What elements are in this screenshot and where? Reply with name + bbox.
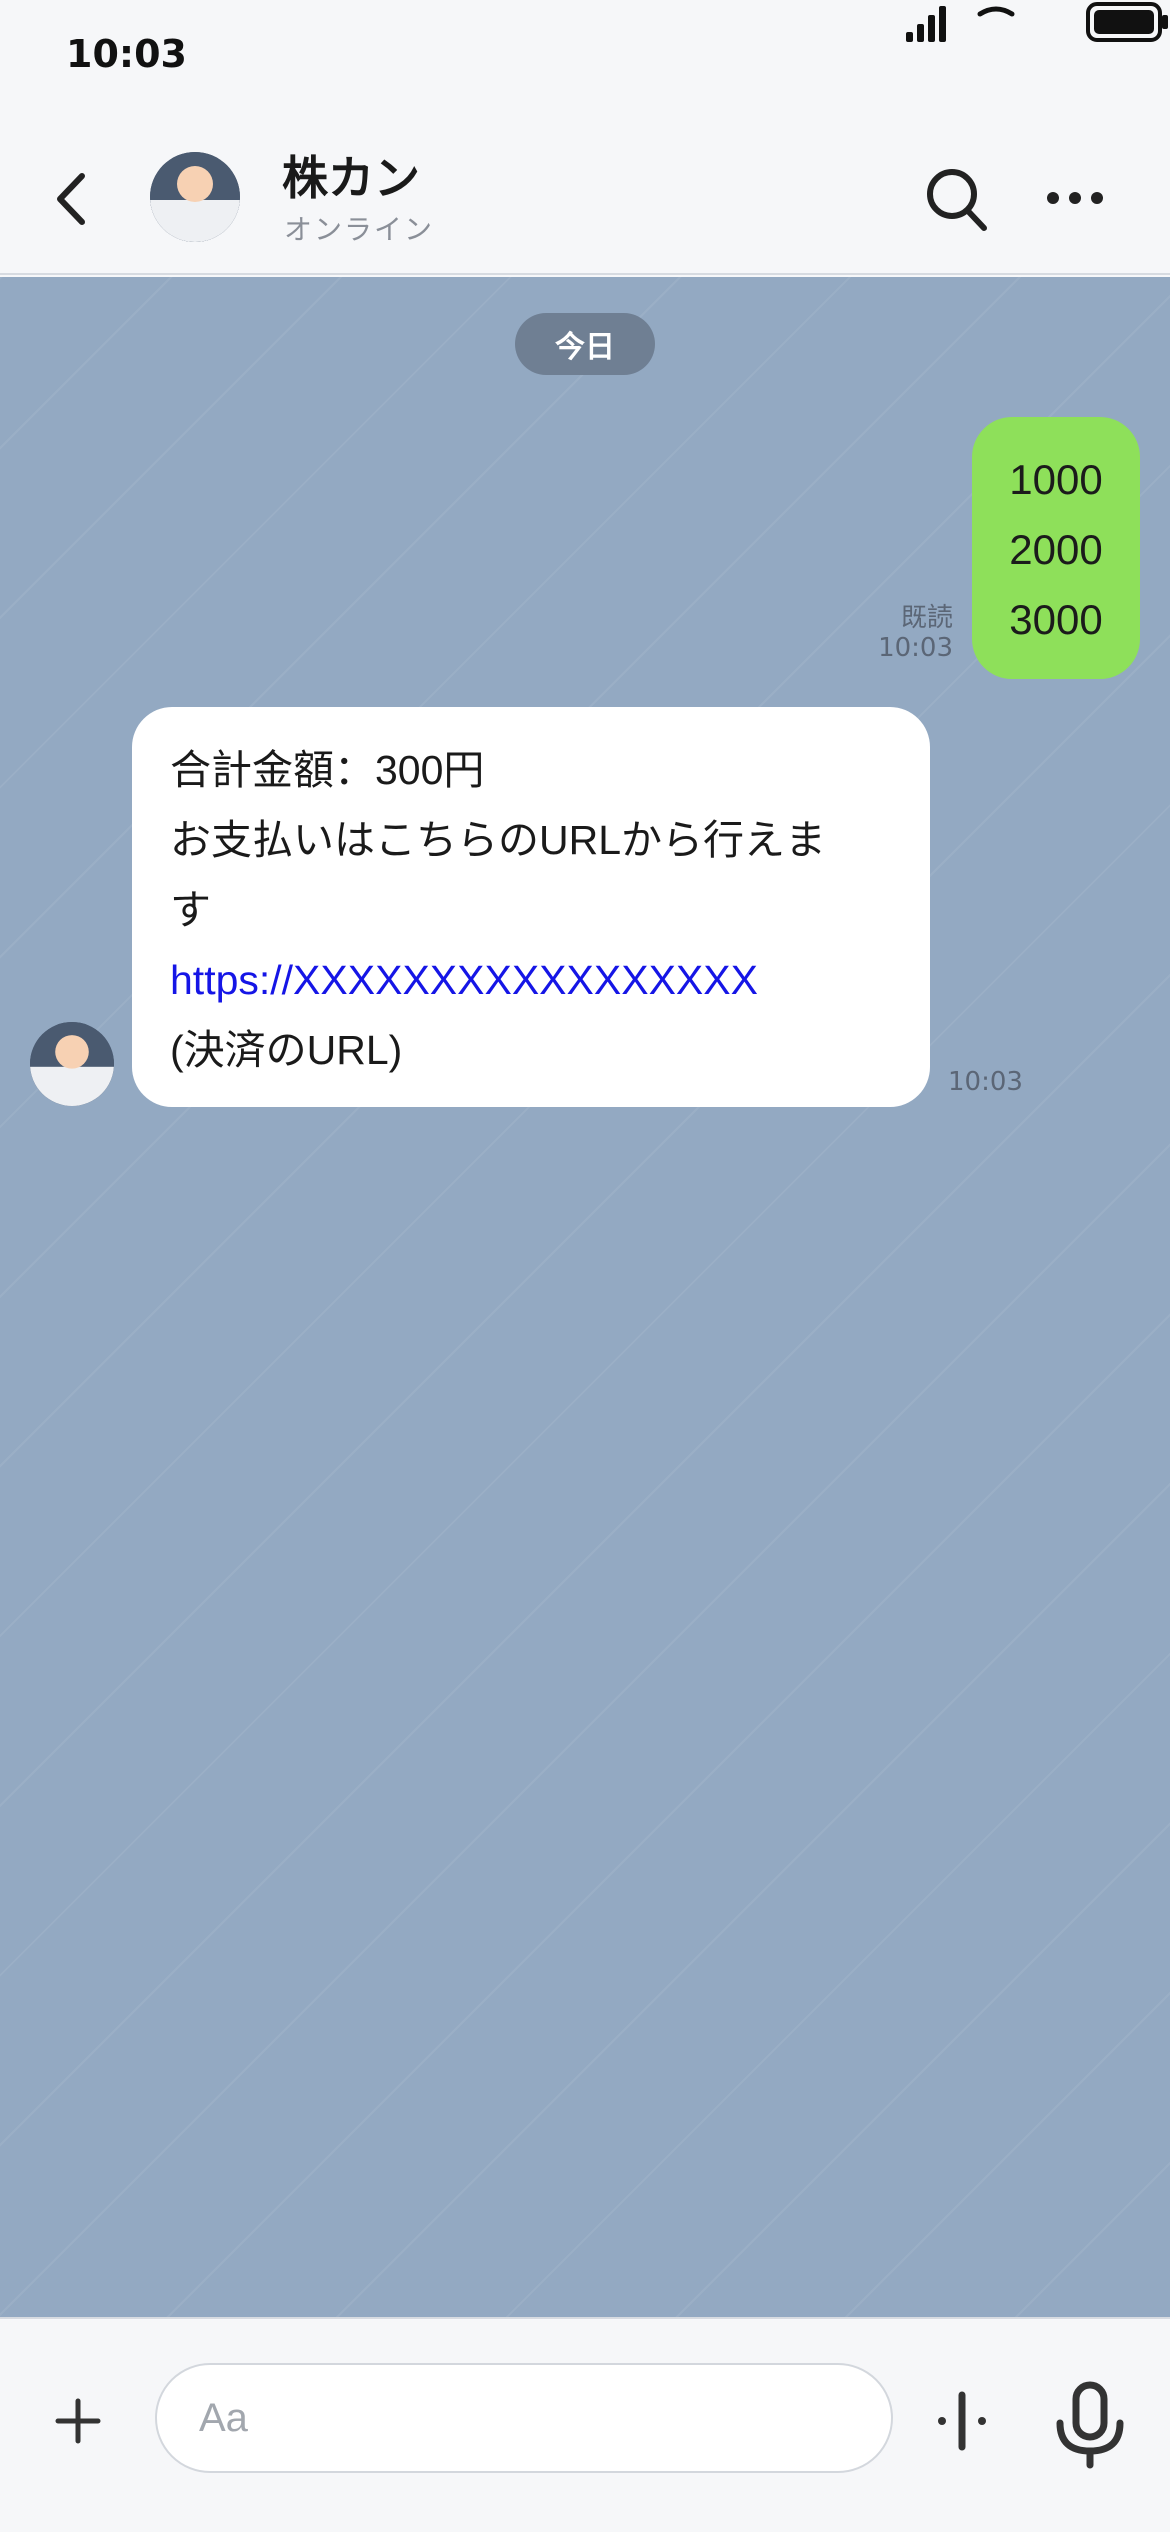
incoming-message-text: す — [170, 887, 211, 933]
wifi-icon — [977, 6, 1015, 17]
incoming-message-bubble[interactable]: 合計金額：300円 お支払いはこちらのURLから行えま す https://XX… — [132, 707, 930, 1107]
incoming-message-text: お支払いはこちらのURLから行えま — [170, 817, 827, 863]
battery-icon — [1086, 2, 1168, 42]
outgoing-message-bubble[interactable]: 1000 2000 3000 — [972, 417, 1140, 679]
person-avatar-icon — [150, 152, 240, 242]
avatar[interactable] — [150, 152, 240, 242]
plus-icon[interactable] — [48, 2391, 108, 2451]
incoming-message-note: (決済のURL) — [170, 1027, 403, 1073]
sender-avatar[interactable] — [30, 1022, 114, 1106]
search-icon[interactable] — [922, 158, 992, 238]
outgoing-message-line: 3000 — [1009, 596, 1103, 643]
incoming-message-total: 合計金額：300円 — [170, 747, 485, 793]
chat-area[interactable]: 今日 既読 10:03 1000 2000 3000 合計金額：300円 お支払… — [0, 277, 1170, 2317]
status-bar: 10:03 — [0, 0, 1170, 120]
microphone-icon[interactable] — [1050, 2379, 1130, 2469]
message-input-bar — [0, 2317, 1170, 2532]
outgoing-message-line: 1000 — [1009, 456, 1103, 503]
contact-status: オンライン — [284, 213, 435, 246]
contact-name[interactable]: 株カン — [282, 142, 420, 208]
back-button[interactable] — [44, 164, 104, 234]
sticker-icon[interactable] — [930, 2389, 994, 2453]
read-receipt: 既読 — [900, 603, 953, 633]
person-avatar-icon — [30, 1022, 114, 1106]
outgoing-message-line: 2000 — [1009, 526, 1103, 573]
cellular-signal-icon — [906, 6, 946, 42]
incoming-message-time: 10:03 — [948, 1067, 1023, 1097]
outgoing-message-time: 10:03 — [878, 633, 953, 663]
chat-header: 株カン オンライン — [0, 120, 1170, 275]
status-time: 10:03 — [66, 32, 187, 76]
more-options-icon[interactable] — [1040, 168, 1110, 228]
message-input[interactable] — [155, 2363, 893, 2473]
date-separator: 今日 — [515, 313, 655, 375]
payment-link[interactable]: https://XXXXXXXXXXXXXXXXX — [170, 945, 894, 1015]
